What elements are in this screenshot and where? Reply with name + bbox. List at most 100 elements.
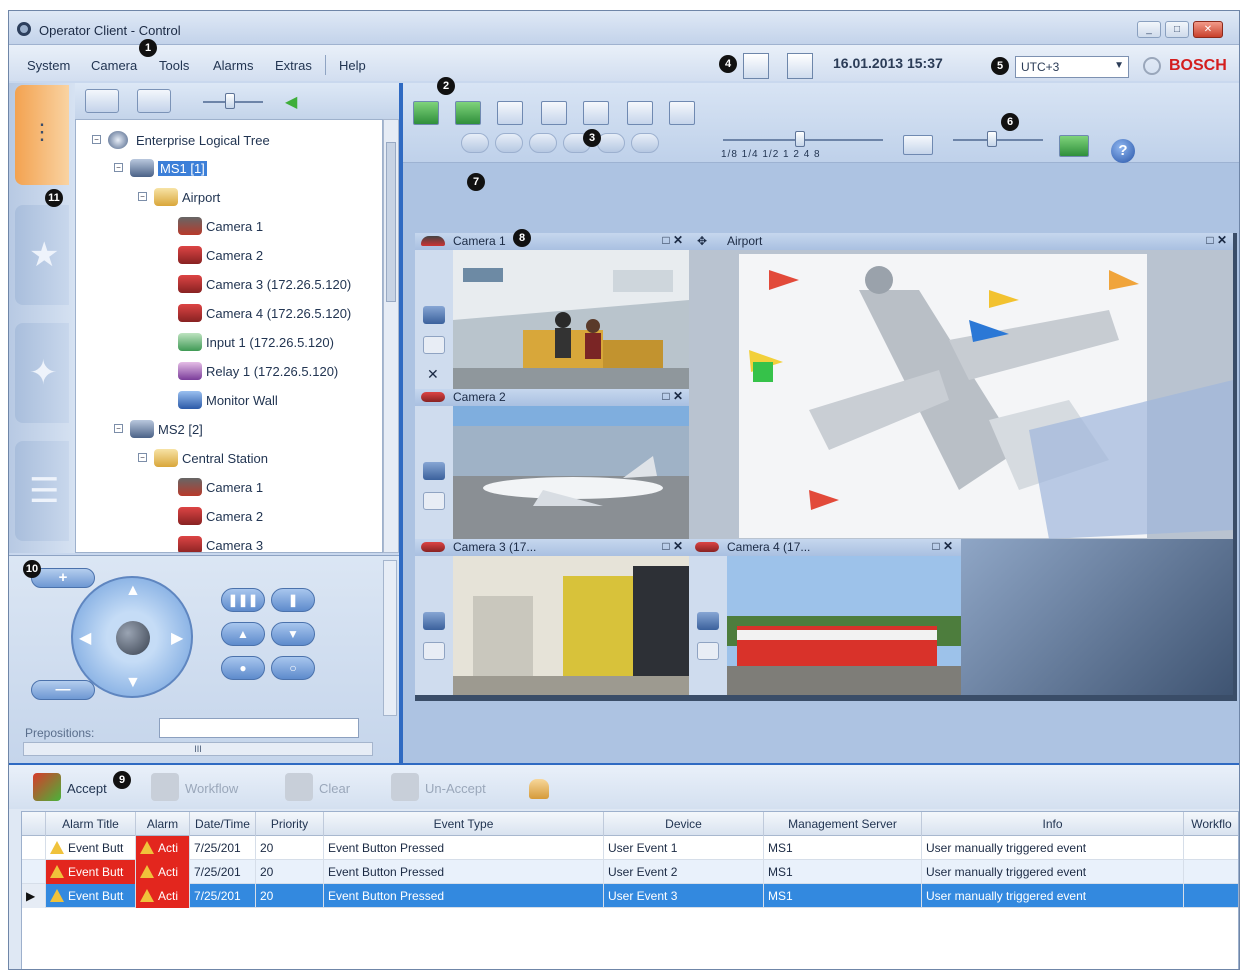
- instant-playback-icon[interactable]: [697, 612, 719, 630]
- timezone-select[interactable]: UTC+3 ▼: [1015, 56, 1129, 78]
- image-pane-camera1[interactable]: Camera 1 □ ✕ ✕: [415, 233, 689, 389]
- arrow-down-icon[interactable]: ▼: [125, 674, 141, 692]
- tab-list[interactable]: ☰: [15, 441, 69, 541]
- tab-map[interactable]: ✦: [15, 323, 69, 423]
- speaker-icon[interactable]: ◀: [285, 92, 297, 112]
- iris-open-button[interactable]: ❚❚❚: [221, 588, 265, 612]
- menu-alarms[interactable]: Alarms: [213, 58, 253, 73]
- image-pane-camera2[interactable]: Camera 2 □ ✕: [415, 389, 689, 539]
- row-selector[interactable]: [22, 836, 46, 860]
- collapse-icon[interactable]: −: [114, 163, 123, 172]
- row-selector[interactable]: ▶: [22, 884, 46, 908]
- instant-playback-icon[interactable]: [423, 306, 445, 324]
- volume-slider[interactable]: [225, 93, 235, 109]
- clear-button[interactable]: Clear: [285, 773, 350, 801]
- image-pane-camera3[interactable]: Camera 3 (17... □ ✕: [415, 539, 689, 695]
- iris-close-button[interactable]: ❚: [271, 588, 315, 612]
- maximize-close-icon[interactable]: □ ✕: [932, 539, 953, 553]
- instant-playback-icon[interactable]: [423, 462, 445, 480]
- workflow-button[interactable]: Workflow: [151, 773, 238, 801]
- minimize-button[interactable]: _: [1137, 21, 1161, 38]
- menu-extras[interactable]: Extras: [275, 58, 312, 73]
- speed-slider[interactable]: [795, 131, 805, 147]
- snapshot-icon[interactable]: [583, 101, 609, 125]
- maximize-close-icon[interactable]: □ ✕: [662, 539, 683, 553]
- camera-tool-button[interactable]: [85, 89, 119, 113]
- pane-count-slider[interactable]: [987, 131, 997, 147]
- menu-camera[interactable]: Camera: [91, 58, 137, 73]
- monitor-status-icon[interactable]: [743, 53, 769, 79]
- alarm-row[interactable]: ▶ Event Butt Acti 7/25/201 20 Event Button Pr…: [22, 884, 1238, 908]
- column-info[interactable]: Info: [922, 812, 1184, 836]
- playback-mode-button[interactable]: [455, 101, 481, 125]
- instant-playback-icon[interactable]: [423, 612, 445, 630]
- tab-favorites[interactable]: ★: [15, 205, 69, 305]
- arrow-right-icon[interactable]: ▶: [171, 628, 183, 648]
- mute-icon[interactable]: ✕: [427, 366, 439, 383]
- audio-icon[interactable]: [423, 642, 445, 660]
- image-pane-camera4[interactable]: Camera 4 (17... □ ✕: [689, 539, 961, 695]
- alarm-row[interactable]: Event Butt Acti 7/25/201 20 Event Button Pre…: [22, 860, 1238, 884]
- audio-icon[interactable]: [697, 642, 719, 660]
- column-device[interactable]: Device: [604, 812, 764, 836]
- unaccept-button[interactable]: Un-Accept: [391, 773, 486, 801]
- tree-scrollbar[interactable]: [383, 119, 399, 553]
- focus-far-button[interactable]: ▲: [221, 622, 265, 646]
- collapse-icon[interactable]: −: [92, 135, 101, 144]
- bookmark-icon[interactable]: [627, 101, 653, 125]
- maximize-close-icon[interactable]: □ ✕: [662, 233, 683, 247]
- menu-system[interactable]: System: [27, 58, 70, 73]
- help-icon[interactable]: ?: [1111, 139, 1135, 163]
- close-button[interactable]: ✕: [1193, 21, 1223, 38]
- monitor-icon[interactable]: [903, 135, 933, 155]
- zoom-out-button[interactable]: —: [31, 680, 95, 700]
- live-mode-button[interactable]: [413, 101, 439, 125]
- bell-icon[interactable]: [529, 779, 549, 799]
- focus-near-button[interactable]: ▼: [271, 622, 315, 646]
- ptz-center-knob[interactable]: [116, 621, 150, 655]
- ptz-horizontal-scrollbar[interactable]: III: [23, 742, 373, 756]
- scroll-thumb[interactable]: [386, 142, 396, 302]
- maximize-button[interactable]: □: [1165, 21, 1189, 38]
- column-priority[interactable]: Priority: [256, 812, 324, 836]
- menu-tools[interactable]: Tools: [159, 58, 189, 73]
- row-selector[interactable]: [22, 860, 46, 884]
- print-icon[interactable]: [541, 101, 567, 125]
- collapse-icon[interactable]: −: [114, 424, 123, 433]
- audio-icon[interactable]: [423, 492, 445, 510]
- ptz-scrollbar[interactable]: [383, 560, 397, 716]
- maximize-close-icon[interactable]: □ ✕: [1206, 233, 1227, 247]
- arrow-up-icon[interactable]: ▲: [125, 582, 141, 600]
- prepositions-select[interactable]: [159, 718, 359, 738]
- rewind-button[interactable]: [461, 133, 489, 153]
- film-export-icon[interactable]: [669, 101, 695, 125]
- column-alarm[interactable]: Alarm: [136, 812, 190, 836]
- empty-image-pane[interactable]: [961, 539, 1233, 695]
- play-back-button[interactable]: [529, 133, 557, 153]
- fast-forward-button[interactable]: [631, 133, 659, 153]
- column-datetime[interactable]: Date/Time: [190, 812, 256, 836]
- collapse-icon[interactable]: −: [138, 453, 147, 462]
- maximize-close-icon[interactable]: □ ✕: [662, 389, 683, 403]
- arrow-left-icon[interactable]: ◀: [79, 628, 91, 648]
- step-forward-button[interactable]: [597, 133, 625, 153]
- column-alarm-title[interactable]: Alarm Title: [46, 812, 136, 836]
- tab-logical-tree[interactable]: ⋮: [15, 85, 69, 185]
- audio-icon[interactable]: [423, 336, 445, 354]
- column-workflow[interactable]: Workflo: [1184, 812, 1239, 836]
- collapse-icon[interactable]: −: [138, 192, 147, 201]
- film-tool-button[interactable]: [137, 89, 171, 113]
- add-pane-button[interactable]: [1059, 135, 1089, 157]
- pane-layout-button[interactable]: [497, 101, 523, 125]
- image-pane-airport-map[interactable]: ✥ Airport □ ✕: [689, 233, 1233, 539]
- menu-help[interactable]: Help: [339, 58, 366, 73]
- alarm-row[interactable]: Event Butt Acti 7/25/201 20 Event Button Pre…: [22, 836, 1238, 860]
- step-back-button[interactable]: [495, 133, 523, 153]
- record-button[interactable]: ●: [221, 656, 265, 680]
- accept-button[interactable]: Accept: [33, 773, 107, 801]
- ptz-joystick[interactable]: ▲ ▼ ◀ ▶: [71, 576, 193, 698]
- column-event-type[interactable]: Event Type: [324, 812, 604, 836]
- column-management-server[interactable]: Management Server: [764, 812, 922, 836]
- event-list-icon[interactable]: [787, 53, 813, 79]
- stop-button[interactable]: ○: [271, 656, 315, 680]
